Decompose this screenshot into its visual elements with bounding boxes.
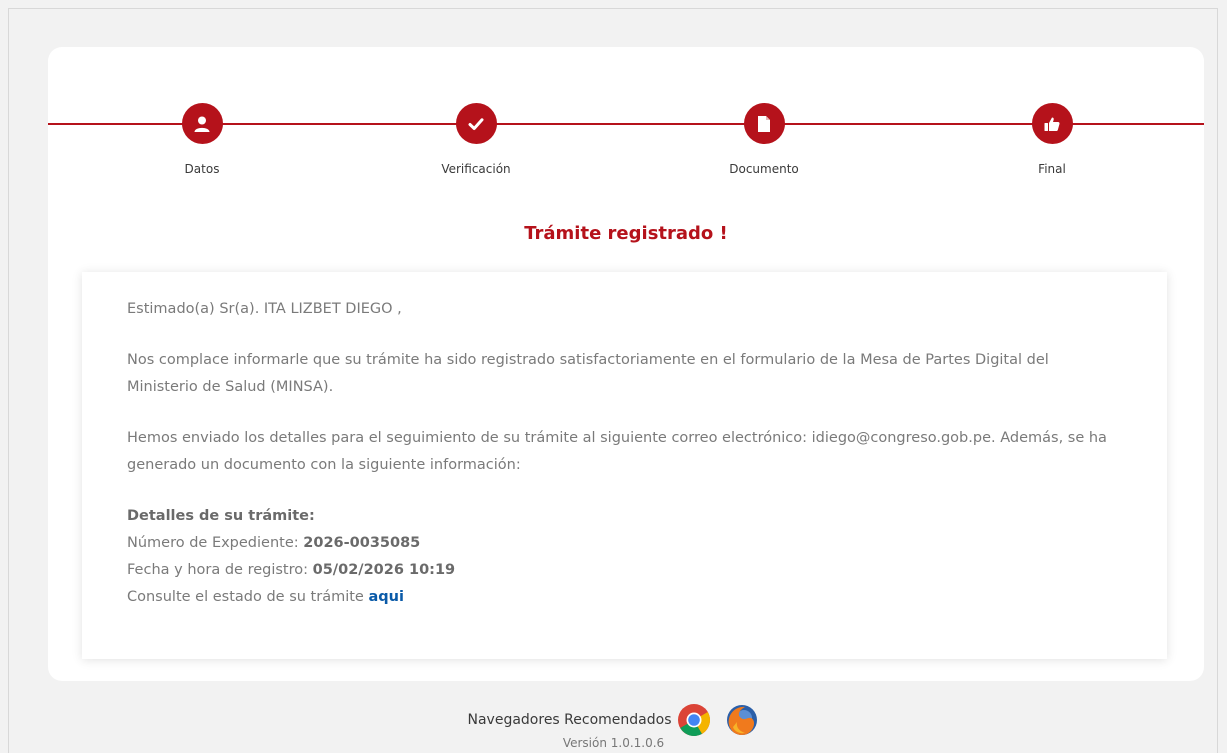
firefox-icon[interactable] bbox=[725, 703, 759, 737]
step-datos: Datos bbox=[122, 103, 282, 176]
registration-paragraph: Nos complace informarle que su trámite h… bbox=[127, 352, 1049, 395]
step-circle-datos bbox=[181, 103, 223, 144]
expediente-number: 2026-0035085 bbox=[303, 535, 421, 551]
email-paragraph: Hemos enviado los detalles para el segui… bbox=[127, 430, 1107, 473]
step-verificacion: Verificación bbox=[396, 103, 556, 176]
registration-card: Datos Verificación Documento Final Trámi… bbox=[48, 47, 1204, 681]
step-final: Final bbox=[972, 103, 1132, 176]
user-icon bbox=[194, 116, 210, 132]
document-icon bbox=[758, 115, 770, 132]
step-label-datos: Datos bbox=[184, 162, 220, 176]
expediente-label: Número de Expediente: bbox=[127, 535, 304, 551]
consulte-link[interactable]: aqui bbox=[368, 589, 403, 605]
step-label-documento: Documento bbox=[729, 162, 799, 176]
fecha-label: Fecha y hora de registro: bbox=[127, 562, 313, 578]
step-label-verificacion: Verificación bbox=[441, 162, 511, 176]
step-circle-verificacion bbox=[455, 103, 497, 144]
greeting-text: Estimado(a) Sr(a). ITA LIZBET DIEGO , bbox=[127, 301, 402, 317]
check-icon bbox=[468, 117, 484, 130]
fecha-row: Fecha y hora de registro: 05/02/2026 10:… bbox=[127, 557, 1122, 584]
page-frame: Datos Verificación Documento Final Trámi… bbox=[8, 8, 1218, 753]
confirmation-message: Estimado(a) Sr(a). ITA LIZBET DIEGO , No… bbox=[82, 272, 1167, 659]
version-text: Versión 1.0.1.0.6 bbox=[562, 736, 665, 750]
step-documento: Documento bbox=[684, 103, 844, 176]
browsers-label: Navegadores Recomendados bbox=[467, 712, 672, 728]
thumbs-up-icon bbox=[1044, 117, 1060, 131]
progress-stepper: Datos Verificación Documento Final bbox=[48, 47, 1204, 197]
consulte-text: Consulte el estado de su trámite bbox=[127, 589, 369, 605]
consulte-row: Consulte el estado de su trámite aqui bbox=[127, 584, 1122, 611]
fecha-value: 05/02/2026 10:19 bbox=[312, 562, 456, 578]
page-title: Trámite registrado ! bbox=[524, 223, 728, 244]
recommended-browsers: Navegadores Recomendados bbox=[468, 703, 760, 737]
step-circle-final bbox=[1031, 103, 1073, 144]
chrome-icon[interactable] bbox=[677, 703, 711, 737]
details-heading: Detalles de su trámite: bbox=[127, 508, 315, 524]
step-circle-documento bbox=[743, 103, 785, 144]
footer: Navegadores Recomendados bbox=[0, 703, 1227, 737]
step-label-final: Final bbox=[1038, 162, 1066, 176]
expediente-row: Número de Expediente: 2026-0035085 bbox=[127, 530, 1122, 557]
